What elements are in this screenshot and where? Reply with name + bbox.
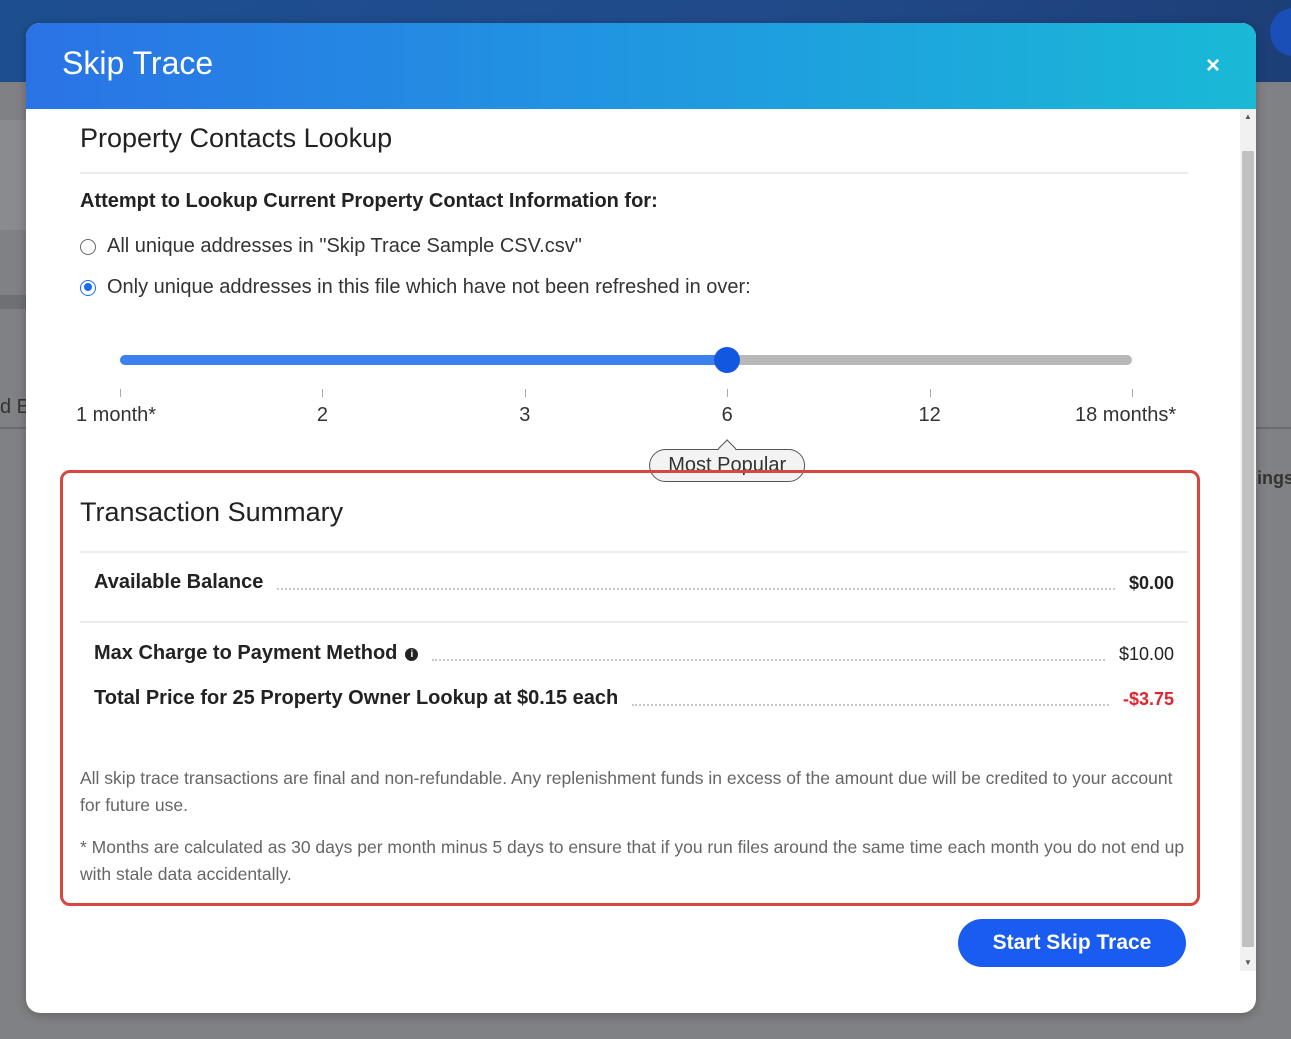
summary-divider	[80, 551, 1188, 553]
summary-title: Transaction Summary	[80, 497, 344, 527]
slider-tick	[322, 389, 324, 397]
refund-policy-note: All skip trace transactions are final an…	[80, 768, 1173, 815]
total-price-row: Total Price for 25 Property Owner Lookup…	[94, 687, 1174, 710]
slider-tick-label[interactable]: 1 month*	[76, 404, 156, 427]
slider-tick-label[interactable]: 18 months*	[1075, 404, 1176, 427]
dotted-leader	[432, 659, 1105, 661]
slider-tick	[727, 389, 729, 397]
summary-divider	[80, 621, 1188, 623]
radio-button-not-refreshed[interactable]	[80, 279, 96, 296]
slider-tick	[524, 389, 526, 397]
dotted-leader	[632, 704, 1109, 706]
lookup-question: Attempt to Lookup Current Property Conta…	[80, 190, 658, 212]
radio-option-all[interactable]: All unique addresses in "Skip Trace Samp…	[80, 235, 1188, 258]
months-calculation-note: * Months are calculated as 30 days per m…	[80, 837, 1185, 884]
slider-tick	[120, 389, 121, 397]
max-charge-value: $10.00	[1118, 644, 1174, 664]
radio-label-all: All unique addresses in "Skip Trace Samp…	[107, 235, 582, 257]
scroll-up-arrow-icon[interactable]: ▲	[1240, 109, 1256, 125]
slider-tick-label[interactable]: 2	[317, 404, 328, 427]
close-icon[interactable]: ×	[1206, 52, 1220, 80]
total-price-label: Total Price for 25 Property Owner Lookup…	[94, 687, 619, 709]
radio-label-not-refreshed: Only unique addresses in this file which…	[107, 276, 751, 298]
max-charge-row: Max Charge to Payment Method i $10.00	[94, 642, 1174, 665]
info-icon[interactable]: i	[405, 648, 419, 661]
skip-trace-modal: Skip Trace × ▲ ▼ Property Contacts Looku…	[26, 23, 1256, 1013]
slider-tick-label[interactable]: 12	[918, 404, 940, 427]
slider-fill	[120, 355, 728, 365]
max-charge-label-text: Max Charge to Payment Method	[94, 642, 398, 664]
max-charge-label: Max Charge to Payment Method i	[94, 642, 419, 665]
slider-tick	[929, 389, 931, 397]
scroll-thumb[interactable]	[1242, 151, 1254, 947]
radio-button-all[interactable]	[80, 238, 96, 255]
background-text-right: ings	[1257, 468, 1291, 488]
slider-tick	[1132, 389, 1133, 397]
transaction-summary: Transaction Summary Available Balance $0…	[60, 470, 1200, 906]
start-skip-trace-button[interactable]: Start Skip Trace	[958, 919, 1186, 967]
slider-tick-label[interactable]: 6	[722, 404, 733, 427]
modal-header: Skip Trace ×	[26, 23, 1256, 109]
dotted-leader	[277, 588, 1115, 590]
modal-scrollbar[interactable]: ▲ ▼	[1240, 109, 1256, 971]
divider	[80, 172, 1188, 174]
available-balance-label: Available Balance	[94, 571, 264, 593]
available-balance-row: Available Balance $0.00	[94, 571, 1174, 594]
background-rule-right	[1256, 427, 1291, 429]
modal-title: Skip Trace	[62, 45, 214, 81]
available-balance-value: $0.00	[1128, 573, 1174, 593]
scroll-down-arrow-icon[interactable]: ▼	[1240, 955, 1256, 971]
total-price-value: -$3.75	[1122, 689, 1174, 709]
radio-option-not-refreshed[interactable]: Only unique addresses in this file which…	[80, 276, 1188, 299]
slider-thumb[interactable]	[714, 347, 741, 373]
months-slider[interactable]: 1 month* 2 3 6 12 18 months* Most Popular	[76, 347, 1176, 489]
modal-content: Property Contacts Lookup Attempt to Look…	[80, 109, 1188, 299]
section-title: Property Contacts Lookup	[80, 123, 393, 153]
slider-tick-label[interactable]: 3	[519, 404, 530, 427]
